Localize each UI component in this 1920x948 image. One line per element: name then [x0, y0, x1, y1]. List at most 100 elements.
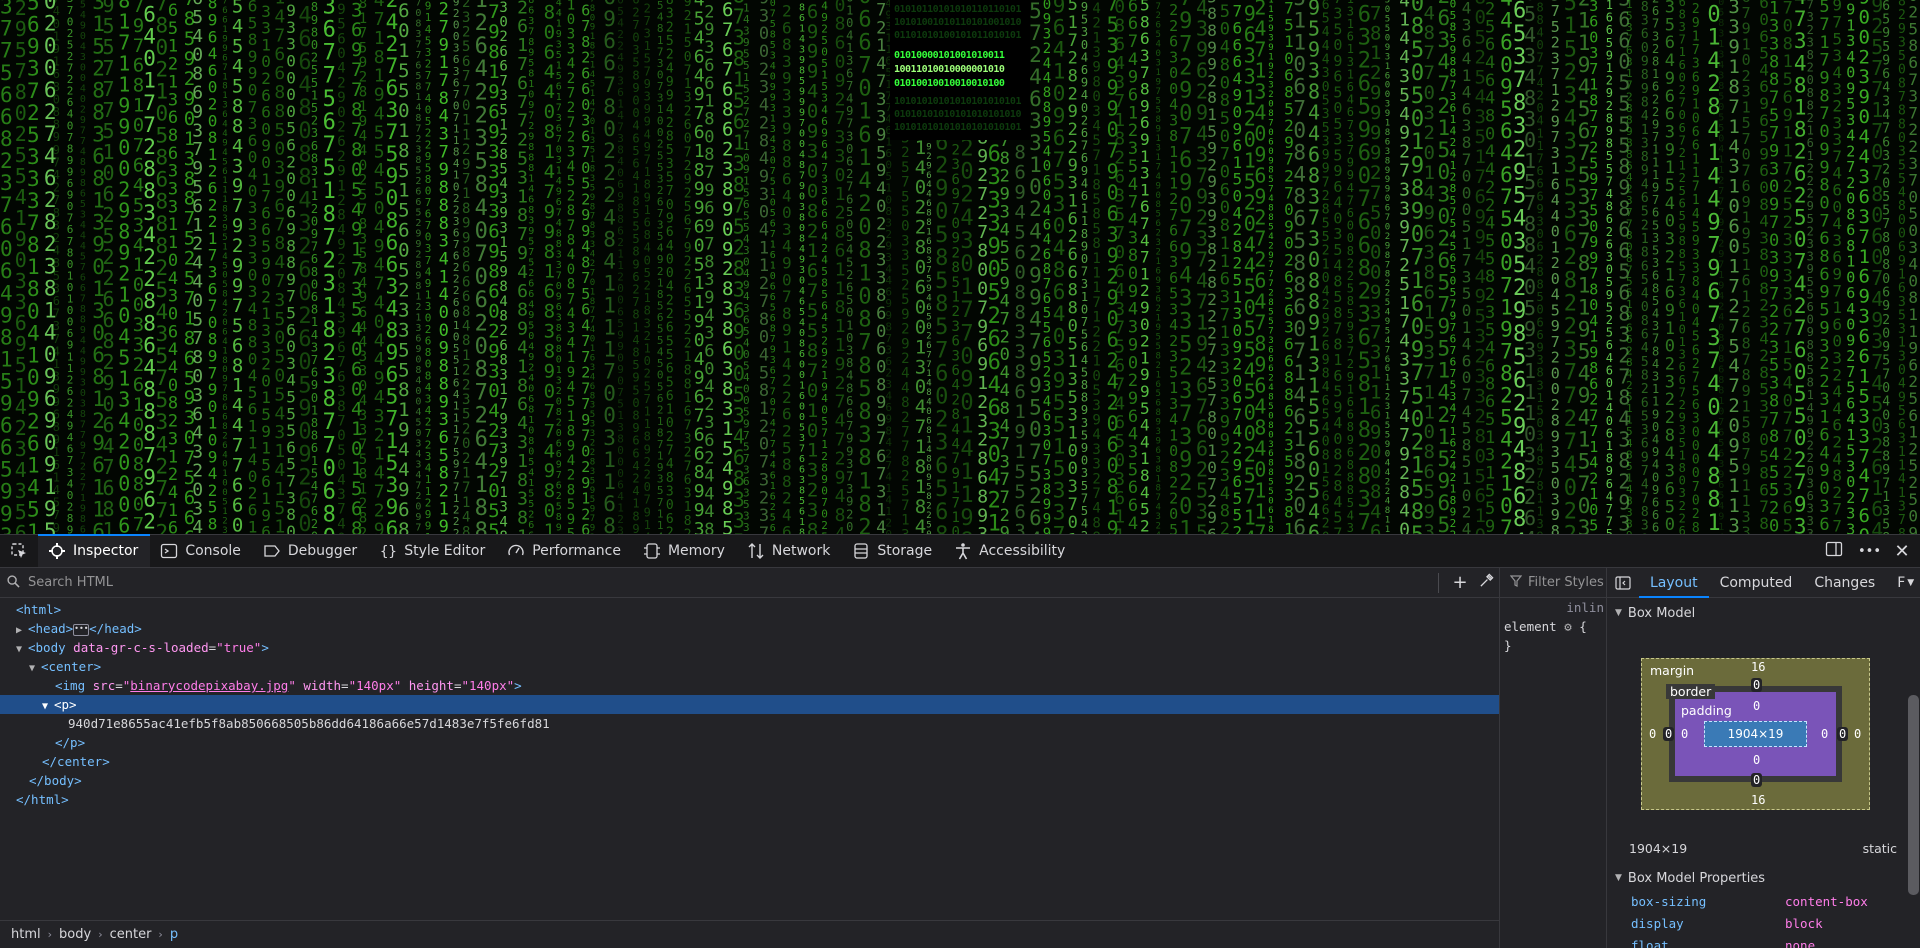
svg-text:991453277405229580767037491302: 9914532774052295807670374913026808434272…: [425, 0, 432, 534]
layout-sidebar: Layout Computed Changes F ▼ ▼ Box Model 19…: [1607, 568, 1920, 948]
tab-storage[interactable]: Storage: [842, 535, 944, 567]
node-html-close[interactable]: </html>: [0, 790, 1499, 809]
tab-debugger[interactable]: Debugger: [253, 535, 369, 567]
tab-layout[interactable]: Layout: [1639, 568, 1709, 598]
svg-text:711593919232087060985748854297: 7115939192320870609857488542977728557366…: [1268, 0, 1273, 534]
breadcrumb-body[interactable]: body: [56, 927, 94, 942]
search-html-input[interactable]: [26, 574, 1430, 591]
tag-text: </body>: [29, 773, 82, 788]
attr-name: data-gr-c-s-loaded: [73, 640, 209, 655]
tab-fonts[interactable]: F ▼: [1886, 568, 1914, 597]
svg-text:514144354927339725174337479284: 51414435492733972517433747928400: [1399, 0, 1410, 534]
filter-styles-bar[interactable]: Filter Styles: [1500, 568, 1606, 598]
quote: ": [288, 678, 296, 693]
svg-text:675548173073100255326735492185: 6755481730731002553267354921856554505621…: [657, 0, 664, 534]
tab-label: Debugger: [287, 543, 358, 559]
margin-right-value[interactable]: 0: [1854, 727, 1861, 741]
svg-text:79817119900298921045134200064: 79817119900298921045134200064: [118, 0, 130, 534]
svg-text:319641096753048640395515337: 319641096753048640395515337: [1053, 0, 1066, 534]
svg-text:408293508788035548006916353130: 4082935087880355480069163531304956311413…: [1898, 0, 1906, 534]
eyedropper-icon[interactable]: [1473, 572, 1499, 593]
svg-text:243310266090176659021332015915: 24331026609017665902133201591561967: [261, 0, 271, 534]
binary-row: 01101010100101011010101: [894, 30, 1021, 41]
svg-text:582683716027067212565988573610: 5826837160270672125659885736101366729351…: [1679, 0, 1686, 534]
svg-text:536037187725975099780419862771: 536037187725975099780419862771421053: [1589, 0, 1598, 534]
chevron-right-icon: ›: [47, 928, 53, 941]
svg-text:429578025541903369514234356: 429578025541903369514234356: [15, 0, 27, 534]
node-center-close[interactable]: </center>: [0, 752, 1499, 771]
tab-memory[interactable]: Memory: [633, 535, 737, 567]
tab-network[interactable]: Network: [737, 535, 842, 567]
svg-text:498980255152368311209768068143: 4989802551523683112097680681437690188615…: [311, 0, 318, 534]
dock-side-icon[interactable]: [1824, 540, 1844, 563]
svg-text:495604290262912849208439676387: 495604290262912849208439676387050437409: [337, 0, 345, 534]
ellipsis-icon[interactable]: •••: [73, 623, 90, 636]
border-top-value[interactable]: 0: [1751, 678, 1763, 692]
svg-text:113391871431060172754720951131: 113391871431060172754720951131: [1728, 0, 1739, 534]
svg-text:116767686238909283863831549859: 116767686238909283863831549859: [722, 0, 733, 534]
svg-text:424713409692726478964840117: 424713409692726478964840117: [1254, 0, 1266, 534]
property-value: none: [1785, 937, 1816, 948]
margin-bottom-value[interactable]: 16: [1751, 793, 1765, 807]
padding-left-value[interactable]: 0: [1681, 727, 1688, 741]
node-head[interactable]: ▶ <head>•••</head>: [0, 619, 1499, 638]
gear-icon[interactable]: ⚙: [1564, 619, 1572, 634]
node-p-close[interactable]: </p>: [0, 733, 1499, 752]
tab-inspector[interactable]: Inspector: [38, 534, 151, 567]
tab-changes[interactable]: Changes: [1803, 568, 1886, 597]
node-p-text[interactable]: 940d71e8655ac41efb5f8ab850668505b86dd641…: [0, 714, 1499, 733]
node-body-close[interactable]: </body>: [0, 771, 1499, 790]
more-options-icon[interactable]: •••: [1858, 544, 1881, 559]
svg-text:557083776581487238526652992898: 5570837765814872385266529928981213690840…: [415, 0, 421, 534]
box-model-properties-header[interactable]: ▼ Box Model Properties: [1607, 866, 1907, 890]
box-model-header[interactable]: ▼ Box Model: [1607, 600, 1920, 626]
svg-text:365651213686333110430644082312: 3656512136863331104306440823124165: [168, 0, 178, 534]
tab-computed[interactable]: Computed: [1709, 568, 1804, 597]
padding-label: padding: [1681, 703, 1732, 718]
attr-name: height: [408, 678, 454, 693]
tab-label: Network: [771, 543, 831, 559]
toggle-panel-icon[interactable]: [1607, 568, 1639, 597]
breadcrumb-html[interactable]: html: [8, 927, 44, 942]
node-html[interactable]: <html>: [0, 600, 1499, 619]
svg-text:493002342849304112780458120732: 493002342849304112780458120732370: [759, 0, 769, 534]
svg-text:948964602081262217367089790109: 94896460208126221736708979010942587: [208, 0, 218, 534]
border-right-value[interactable]: 0: [1837, 727, 1849, 741]
svg-text:974546497618996051190496766899: 97454649761899605119049676689934: [694, 0, 705, 534]
svg-text:447181945545049474044943214729: 4471819455450494740449432147292: [374, 0, 385, 534]
box-content[interactable]: 1904×19: [1704, 721, 1807, 747]
node-p-selected[interactable]: ▼ <p>: [0, 695, 1499, 714]
element-dimensions: 1904×19 static: [1629, 841, 1897, 856]
tag-text: <center>: [41, 659, 102, 674]
element-picker-button[interactable]: [0, 535, 38, 567]
svg-text:213388757930970397223538784552: 21338875793097039722353878455201: [1769, 0, 1779, 534]
node-center[interactable]: ▼ <center>: [0, 657, 1499, 676]
node-img[interactable]: <img src="binarycodepixabay.jpg" width="…: [0, 676, 1499, 695]
tab-style-editor[interactable]: {} Style Editor: [369, 535, 497, 567]
svg-text:092195304694026769461189073107: 0921953046940267694611890731075645889359…: [1081, 0, 1088, 534]
border-left-value[interactable]: 0: [1663, 727, 1675, 741]
breadcrumb-p[interactable]: p: [167, 927, 181, 942]
tab-accessibility[interactable]: Accessibility: [944, 535, 1077, 567]
padding-right-value[interactable]: 0: [1821, 727, 1828, 741]
breadcrumb-center[interactable]: center: [107, 927, 155, 942]
svg-text:671441935156173670314967488337: 6714419351561736703149674883370963868013…: [556, 0, 562, 534]
tab-performance[interactable]: Performance: [497, 535, 633, 567]
border-bottom-value[interactable]: 0: [1751, 773, 1763, 787]
svg-text:168360989841389465218654086458: 1683609898413894652186540864582653697478…: [1641, 0, 1649, 534]
tab-console[interactable]: Console: [150, 535, 253, 567]
margin-top-value[interactable]: 16: [1751, 660, 1765, 674]
node-body[interactable]: ▼ <body data-gr-c-s-loaded="true">: [0, 638, 1499, 657]
margin-left-value[interactable]: 0: [1649, 727, 1656, 741]
add-node-icon[interactable]: +: [1447, 572, 1473, 593]
close-icon[interactable]: ✕: [1892, 541, 1912, 562]
property-value: content-box: [1785, 893, 1868, 909]
svg-text:760654696596084380823428537058: 7606546965960843808234285370586782: [1759, 0, 1769, 534]
svg-text:015724633102429947995075264: 015724633102429947995075264: [1029, 0, 1042, 534]
padding-top-value[interactable]: 0: [1753, 699, 1760, 713]
chevron-right-icon: ›: [158, 928, 163, 941]
image-src-link[interactable]: binarycodepixabay.jpg: [130, 678, 288, 693]
sidebar-scrollbar[interactable]: [1908, 695, 1919, 895]
svg-text:832325677011297189986668481223: 8323256770112971899866684812235202171482: [462, 0, 470, 534]
padding-bottom-value[interactable]: 0: [1753, 753, 1760, 767]
